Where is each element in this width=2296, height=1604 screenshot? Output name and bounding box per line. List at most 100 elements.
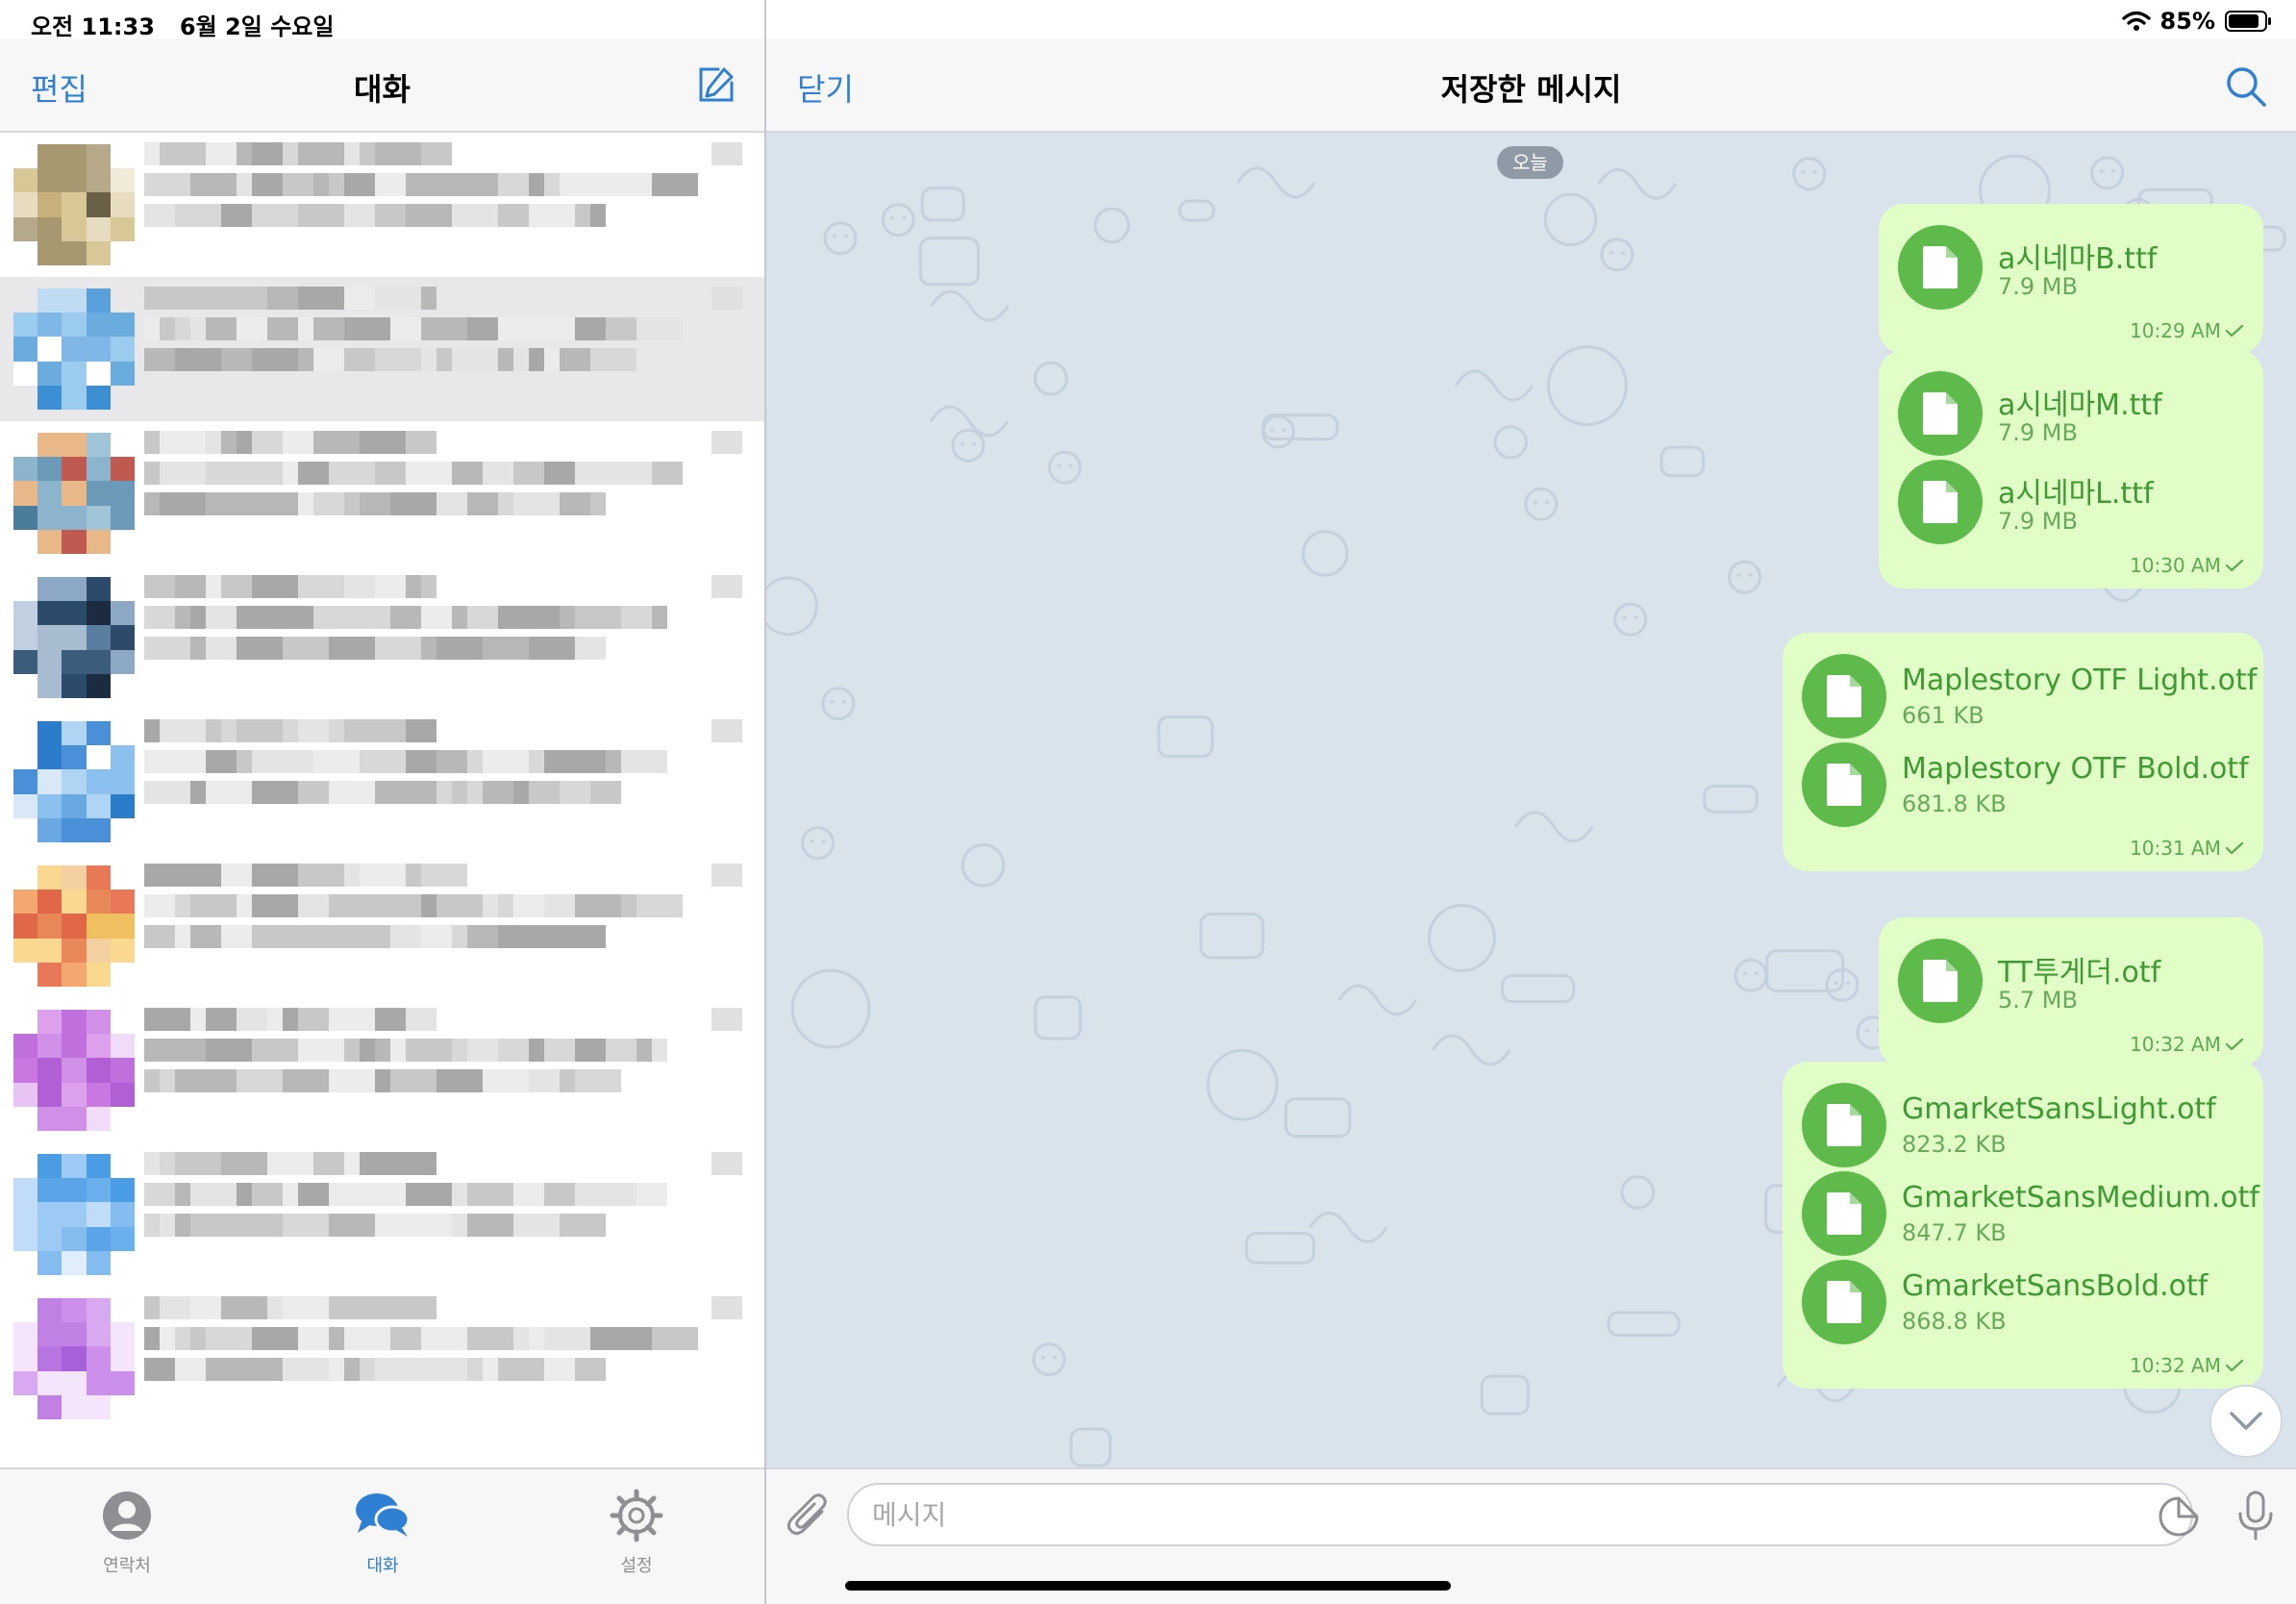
document-icon[interactable] — [1802, 1083, 1886, 1167]
redacted-chat-preview — [144, 1152, 750, 1277]
doodle-shape — [1033, 361, 1068, 396]
tab-settings-label: 설정 — [620, 1556, 653, 1576]
doodle-shape — [918, 237, 980, 287]
message-bubble[interactable]: TT투게더.otf 5.7 MB 10:32 AM — [1879, 917, 2263, 1067]
message-bubble[interactable]: Maplestory OTF Light.otf 661 KB Maplestory… — [1783, 633, 2263, 871]
doodle-shape — [1514, 811, 1594, 843]
chats-icon — [356, 1493, 411, 1537]
doodle-shape — [1178, 199, 1215, 222]
chat-list-header: 편집 대화 — [0, 38, 764, 133]
message-time: 10:29 AM — [2130, 319, 2244, 342]
doodle-shape — [951, 428, 986, 463]
doodle-shape — [1034, 995, 1083, 1040]
doodle-shape — [1600, 238, 1635, 272]
chat-list-item[interactable] — [0, 1142, 764, 1287]
tab-settings[interactable]: 설정 — [560, 1489, 713, 1577]
chat-list-item[interactable] — [0, 1287, 764, 1431]
document-icon[interactable] — [1898, 371, 1983, 456]
tab-contacts[interactable]: 연락처 — [50, 1489, 204, 1577]
avatar — [13, 144, 135, 265]
document-icon[interactable] — [1802, 742, 1886, 827]
document-icon[interactable] — [1802, 654, 1886, 739]
file-name[interactable]: Maplestory OTF Light.otf — [1902, 664, 2257, 697]
doodle-shape — [1620, 1174, 1656, 1210]
avatar — [13, 1298, 135, 1419]
settings-icon — [610, 1489, 663, 1542]
doodle-shape — [961, 842, 1006, 888]
message-timestamp: 10:31 AM — [2130, 837, 2221, 860]
doodle-shape — [1501, 974, 1576, 1004]
chat-list-title: 대화 — [354, 71, 411, 108]
doodle-shape — [790, 968, 871, 1049]
sent-check-icon — [2225, 559, 2244, 572]
file-name[interactable]: GmarketSansBold.otf — [1902, 1269, 2208, 1303]
doodle-shape — [1607, 1311, 1681, 1337]
compose-icon[interactable] — [695, 63, 737, 110]
chat-list-item[interactable] — [0, 133, 764, 277]
document-icon[interactable] — [1898, 225, 1983, 310]
doodle-shape — [823, 221, 858, 256]
chat-list-item[interactable] — [0, 998, 764, 1142]
file-size: 868.8 KB — [1902, 1308, 2007, 1335]
conversation-title: 저장한 메시지 — [1440, 71, 1622, 108]
doodle-shape — [1157, 714, 1214, 759]
doodle-shape — [1260, 414, 1295, 449]
chat-list-item[interactable] — [0, 854, 764, 998]
doodle-shape — [881, 203, 915, 238]
doodle-shape — [1734, 958, 1768, 992]
message-bubble[interactable]: GmarketSansLight.otf 823.2 KB GmarketSansM… — [1783, 1062, 2263, 1389]
microphone-icon[interactable] — [2236, 1491, 2275, 1546]
file-size: 7.9 MB — [1998, 419, 2078, 446]
message-area[interactable]: 오늘 a시네마B.ttf 7.9 MB 10:29 AM a시네마M.ttf 7.9 M… — [766, 133, 2296, 1469]
search-icon[interactable] — [2225, 65, 2267, 112]
avatar — [13, 433, 135, 554]
battery-icon — [2225, 11, 2271, 32]
file-name[interactable]: a시네마L.ttf — [1998, 469, 2154, 512]
redacted-chat-preview — [144, 142, 750, 267]
file-name[interactable]: GmarketSansMedium.otf — [1902, 1181, 2259, 1215]
tab-chats[interactable]: 대화 — [306, 1489, 460, 1577]
document-icon[interactable] — [1898, 460, 1983, 544]
message-timestamp: 10:32 AM — [2130, 1354, 2221, 1377]
tab-contacts-label: 연락처 — [103, 1556, 151, 1576]
sent-check-icon — [2225, 1038, 2244, 1051]
tab-bar: 연락처 대화 설정 — [0, 1467, 764, 1604]
wifi-icon — [2121, 11, 2151, 31]
doodle-shape — [1660, 445, 1706, 478]
message-timestamp: 10:32 AM — [2130, 1033, 2221, 1056]
redacted-chat-preview — [144, 575, 750, 700]
redacted-chat-preview — [144, 719, 750, 844]
doodle-shape — [1546, 345, 1628, 427]
file-name[interactable]: GmarketSansLight.otf — [1902, 1092, 2216, 1126]
message-input[interactable] — [847, 1483, 2193, 1546]
file-name[interactable]: TT투게더.otf — [1998, 948, 2160, 990]
avatar — [13, 577, 135, 698]
conversation-pane: 85% 닫기 저장한 메시지 오늘 a시네마B.ttf 7.9 MB 10:29 A… — [766, 0, 2296, 1604]
chat-list-item[interactable] — [0, 565, 764, 710]
attach-icon[interactable] — [786, 1491, 830, 1542]
message-bubble[interactable]: a시네마M.ttf 7.9 MB a시네마L.ttf 7.9 MB 10:30 AM — [1879, 350, 2263, 589]
redacted-chat-preview — [144, 1296, 750, 1421]
file-name[interactable]: Maplestory OTF Bold.otf — [1902, 752, 2249, 786]
doodle-shape — [1703, 784, 1759, 814]
file-name[interactable]: a시네마M.ttf — [1998, 381, 2162, 423]
doodle-shape — [1613, 602, 1648, 637]
message-bubble[interactable]: a시네마B.ttf 7.9 MB 10:29 AM — [1879, 204, 2263, 354]
chat-list-item[interactable] — [0, 710, 764, 854]
scroll-to-bottom-button[interactable] — [2209, 1385, 2283, 1458]
avatar — [13, 1010, 135, 1131]
status-bar-right: 85% — [2121, 8, 2273, 35]
message-time: 10:32 AM — [2130, 1354, 2244, 1377]
file-name[interactable]: a시네마B.ttf — [1998, 235, 2157, 277]
chat-list-item[interactable] — [0, 421, 764, 565]
file-size: 847.7 KB — [1902, 1219, 2007, 1246]
chat-list-item[interactable] — [0, 277, 764, 421]
document-icon[interactable] — [1898, 939, 1983, 1023]
doodle-shape — [1244, 1232, 1315, 1265]
document-icon[interactable] — [1802, 1171, 1886, 1256]
doodle-shape — [1792, 157, 1827, 191]
sent-check-icon — [2225, 1359, 2244, 1372]
doodle-shape — [1524, 487, 1559, 521]
sticker-icon[interactable] — [2159, 1496, 2199, 1541]
document-icon[interactable] — [1802, 1260, 1886, 1344]
